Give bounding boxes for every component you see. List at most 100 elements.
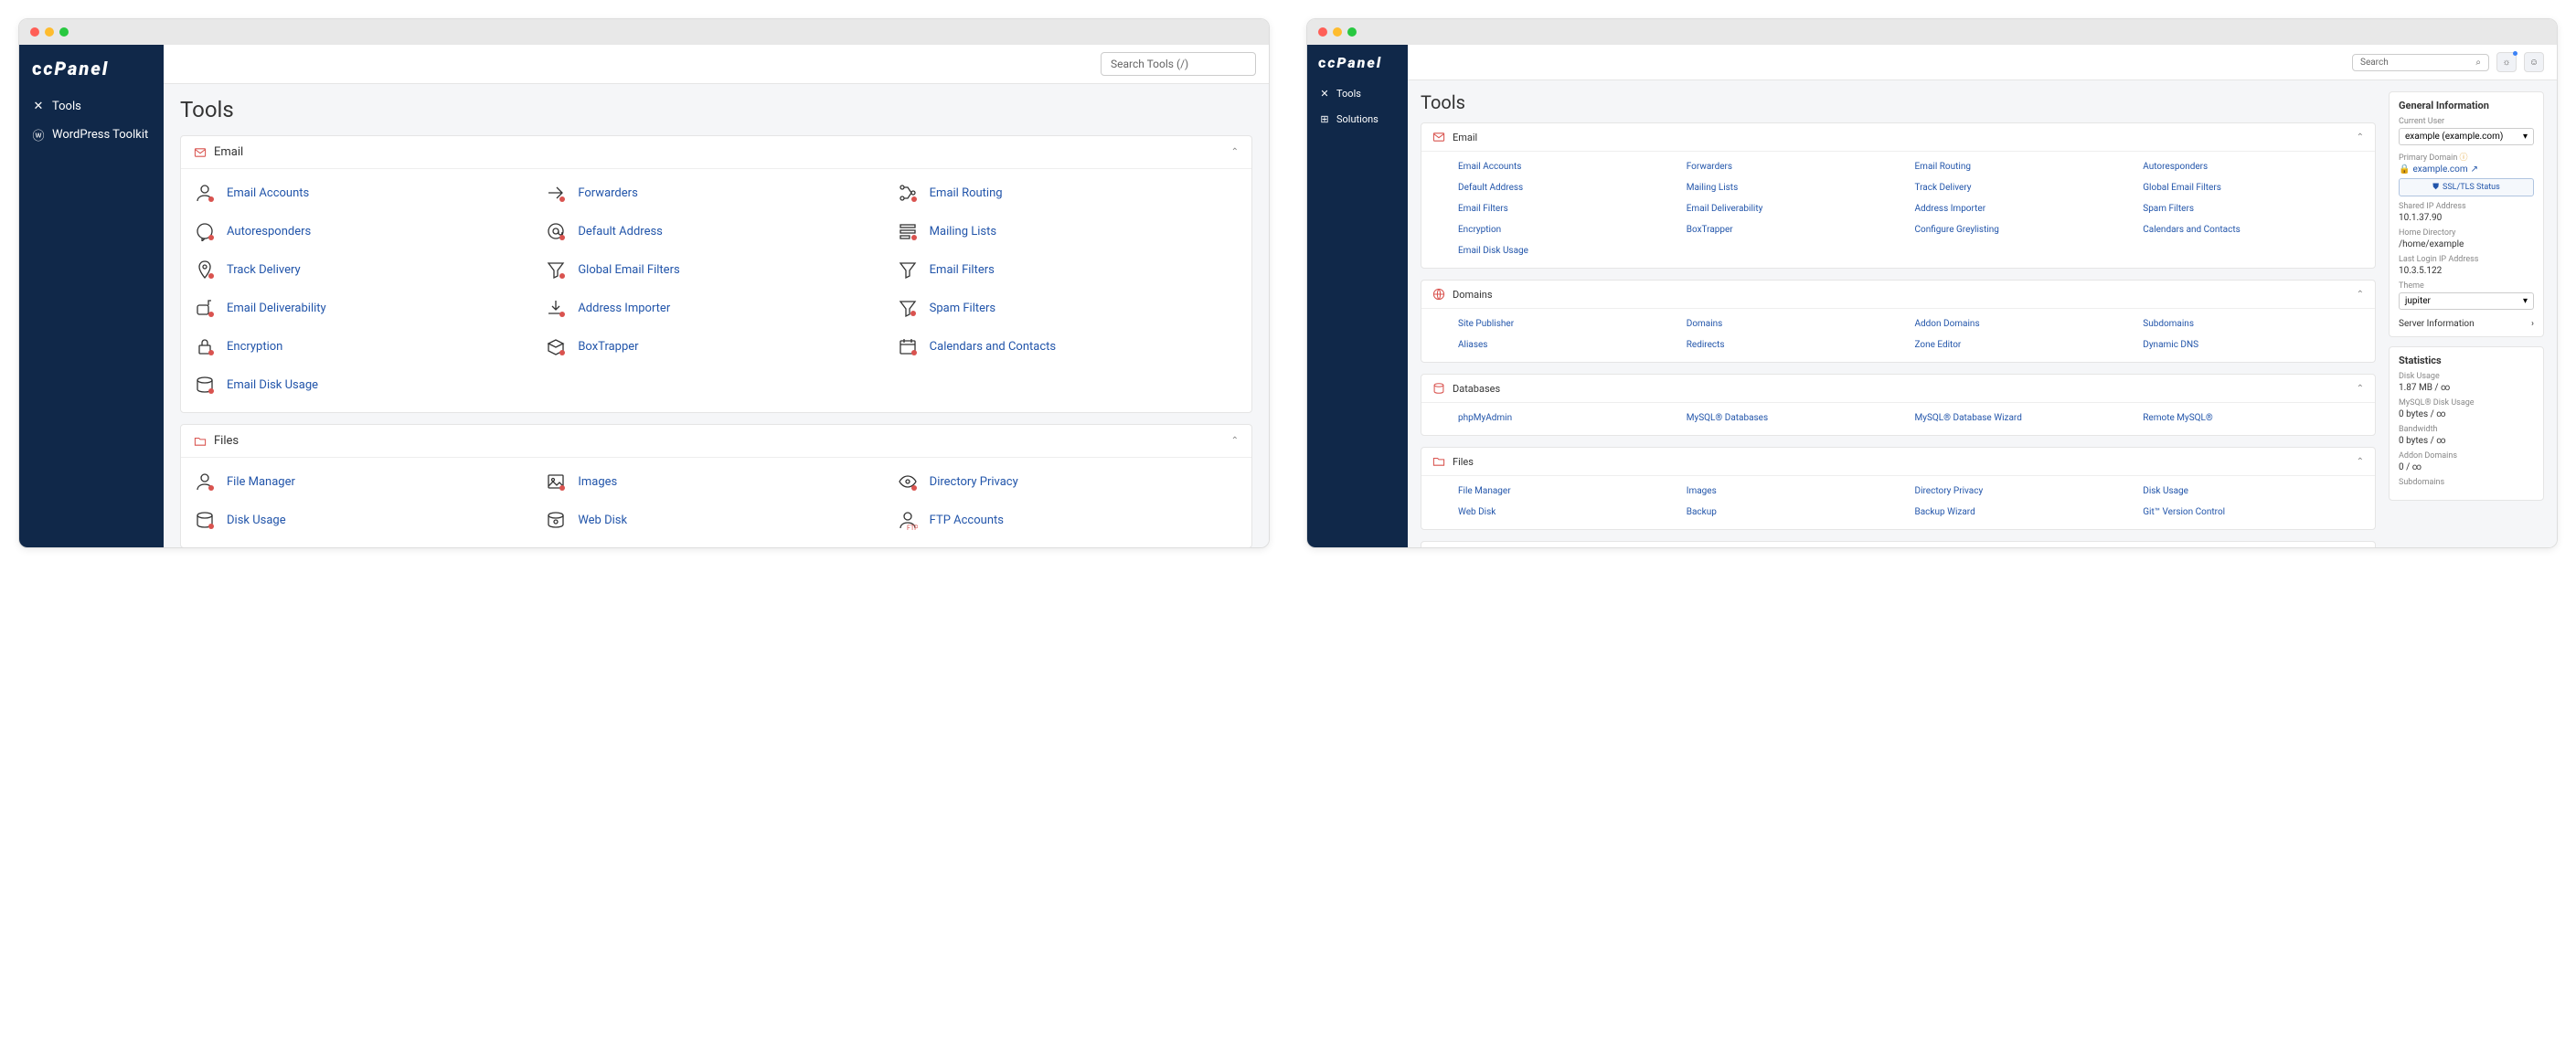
panel-header-email[interactable]: Email⌃ [1421, 123, 2375, 152]
link-git-version-control[interactable]: Git™ Version Control [2143, 504, 2364, 520]
min-dot[interactable] [45, 27, 54, 37]
link-domains[interactable]: Domains [1687, 316, 1908, 332]
link-backup-wizard[interactable]: Backup Wizard [1915, 504, 2136, 520]
panel-files: Files⌃ File Manager Images Directory Privac… [1421, 447, 2376, 530]
link-track-delivery[interactable]: Track Delivery [1915, 180, 2136, 196]
tool-spam-filters[interactable]: Spam Filters [897, 291, 1239, 324]
link-directory-privacy[interactable]: Directory Privacy [1915, 483, 2136, 499]
person-icon [194, 182, 216, 204]
panel-header-files[interactable]: Files⌃ [1421, 448, 2375, 476]
close-dot[interactable] [1318, 27, 1327, 37]
server-info-link[interactable]: Server Information › [2399, 315, 2534, 329]
link-forwarders[interactable]: Forwarders [1687, 159, 1908, 175]
panel-header-files[interactable]: Files⌃ [181, 425, 1251, 458]
link-spam-filters[interactable]: Spam Filters [2143, 201, 2364, 217]
tool-calendars-and-contacts[interactable]: Calendars and Contacts [897, 330, 1239, 363]
tool-track-delivery[interactable]: Track Delivery [194, 253, 536, 286]
tool-autoresponders[interactable]: Autoresponders [194, 215, 536, 248]
stat-label: MySQL® Disk Usage [2399, 398, 2534, 408]
tool-email-accounts[interactable]: Email Accounts [194, 176, 536, 209]
ssl-status-button[interactable]: ⛊ SSL/TLS Status [2399, 178, 2534, 196]
link-web-disk[interactable]: Web Disk [1458, 504, 1679, 520]
link-file-manager[interactable]: File Manager [1458, 483, 1679, 499]
panel-header-metrics[interactable]: Metrics⌃ [1421, 542, 2375, 547]
tool-mailing-lists[interactable]: Mailing Lists [897, 215, 1239, 248]
panel-body: File Manager Images Directory Privacy Disk … [1421, 476, 2375, 529]
nav-wordpress[interactable]: ⓦ WordPress Toolkit [19, 121, 164, 149]
tool-encryption[interactable]: Encryption [194, 330, 536, 363]
link-email-deliverability[interactable]: Email Deliverability [1687, 201, 1908, 217]
theme-select[interactable]: jupiter ▾ [2399, 292, 2534, 310]
search-input[interactable]: Search ⌕ [2352, 54, 2489, 71]
link-email-routing[interactable]: Email Routing [1915, 159, 2136, 175]
stat-label: Addon Domains [2399, 451, 2534, 461]
tool-address-importer[interactable]: Address Importer [545, 291, 887, 324]
link-remote-mysql-[interactable]: Remote MySQL® [2143, 410, 2364, 426]
tool-email-filters[interactable]: Email Filters [897, 253, 1239, 286]
panel-header-domains[interactable]: Domains⌃ [1421, 281, 2375, 309]
link-mailing-lists[interactable]: Mailing Lists [1687, 180, 1908, 196]
panel-header-databases[interactable]: Databases⌃ [1421, 375, 2375, 403]
nav-tools[interactable]: ✕ Tools [19, 92, 164, 121]
tool-global-email-filters[interactable]: Global Email Filters [545, 253, 887, 286]
link-dynamic-dns[interactable]: Dynamic DNS [2143, 337, 2364, 353]
link-email-filters[interactable]: Email Filters [1458, 201, 1679, 217]
tool-directory-privacy[interactable]: Directory Privacy [897, 465, 1239, 498]
notifications-button[interactable]: ☼ [2496, 52, 2517, 72]
nav-label: WordPress Toolkit [52, 128, 148, 142]
folder-icon [194, 435, 207, 448]
tool-boxtrapper[interactable]: BoxTrapper [545, 330, 887, 363]
link-mysql-database-wizard[interactable]: MySQL® Database Wizard [1915, 410, 2136, 426]
tool-ftp-accounts[interactable]: FTPFTP Accounts [897, 503, 1239, 536]
link-encryption[interactable]: Encryption [1458, 222, 1679, 238]
link-phpmyadmin[interactable]: phpMyAdmin [1458, 410, 1679, 426]
tool-label: Directory Privacy [930, 475, 1018, 489]
link-mysql-databases[interactable]: MySQL® Databases [1687, 410, 1908, 426]
panel-header-email[interactable]: Email⌃ [181, 136, 1251, 169]
link-calendars-and-contacts[interactable]: Calendars and Contacts [2143, 222, 2364, 238]
user-button[interactable]: ☺ [2524, 52, 2544, 72]
link-autoresponders[interactable]: Autoresponders [2143, 159, 2364, 175]
nav-tools[interactable]: ✕ Tools [1307, 80, 1408, 106]
tool-default-address[interactable]: Default Address [545, 215, 887, 248]
tool-disk-usage[interactable]: Disk Usage [194, 503, 536, 536]
link-redirects[interactable]: Redirects [1687, 337, 1908, 353]
external-link-icon: ↗ [2471, 164, 2478, 175]
link-default-address[interactable]: Default Address [1458, 180, 1679, 196]
main: Search ⌕ ☼ ☺ Tools Email⌃Email AccountsF… [1408, 45, 2557, 547]
wordpress-icon: ⓦ [32, 129, 45, 142]
nav-solutions[interactable]: ⊞ Solutions [1307, 106, 1408, 132]
panel-email: Email⌃ Email Accounts Forwarders Email Rout… [1421, 122, 2376, 269]
min-dot[interactable] [1333, 27, 1342, 37]
link-global-email-filters[interactable]: Global Email Filters [2143, 180, 2364, 196]
max-dot[interactable] [1347, 27, 1357, 37]
current-user-select[interactable]: example (example.com) ▾ [2399, 128, 2534, 145]
tool-web-disk[interactable]: Web Disk [545, 503, 887, 536]
link-address-importer[interactable]: Address Importer [1915, 201, 2136, 217]
link-email-disk-usage[interactable]: Email Disk Usage [1458, 243, 1679, 259]
ftp-icon: FTP [897, 509, 919, 531]
tool-images[interactable]: Images [545, 465, 887, 498]
tool-email-routing[interactable]: Email Routing [897, 176, 1239, 209]
tool-file-manager[interactable]: File Manager [194, 465, 536, 498]
link-configure-greylisting[interactable]: Configure Greylisting [1915, 222, 2136, 238]
side-column: General Information Current User example… [2389, 91, 2544, 547]
link-email-accounts[interactable]: Email Accounts [1458, 159, 1679, 175]
link-site-publisher[interactable]: Site Publisher [1458, 316, 1679, 332]
link-aliases[interactable]: Aliases [1458, 337, 1679, 353]
link-disk-usage[interactable]: Disk Usage [2143, 483, 2364, 499]
tool-forwarders[interactable]: Forwarders [545, 176, 887, 209]
link-subdomains[interactable]: Subdomains [2143, 316, 2364, 332]
max-dot[interactable] [59, 27, 69, 37]
link-zone-editor[interactable]: Zone Editor [1915, 337, 2136, 353]
tool-email-disk-usage[interactable]: Email Disk Usage [194, 368, 536, 401]
tool-email-deliverability[interactable]: Email Deliverability [194, 291, 536, 324]
search-input[interactable]: Search Tools (/) [1101, 52, 1256, 76]
link-backup[interactable]: Backup [1687, 504, 1908, 520]
primary-domain-link[interactable]: 🔒 example.com ↗ [2399, 164, 2478, 175]
link-boxtrapper[interactable]: BoxTrapper [1687, 222, 1908, 238]
tool-label: Global Email Filters [578, 263, 679, 277]
link-images[interactable]: Images [1687, 483, 1908, 499]
link-addon-domains[interactable]: Addon Domains [1915, 316, 2136, 332]
close-dot[interactable] [30, 27, 39, 37]
